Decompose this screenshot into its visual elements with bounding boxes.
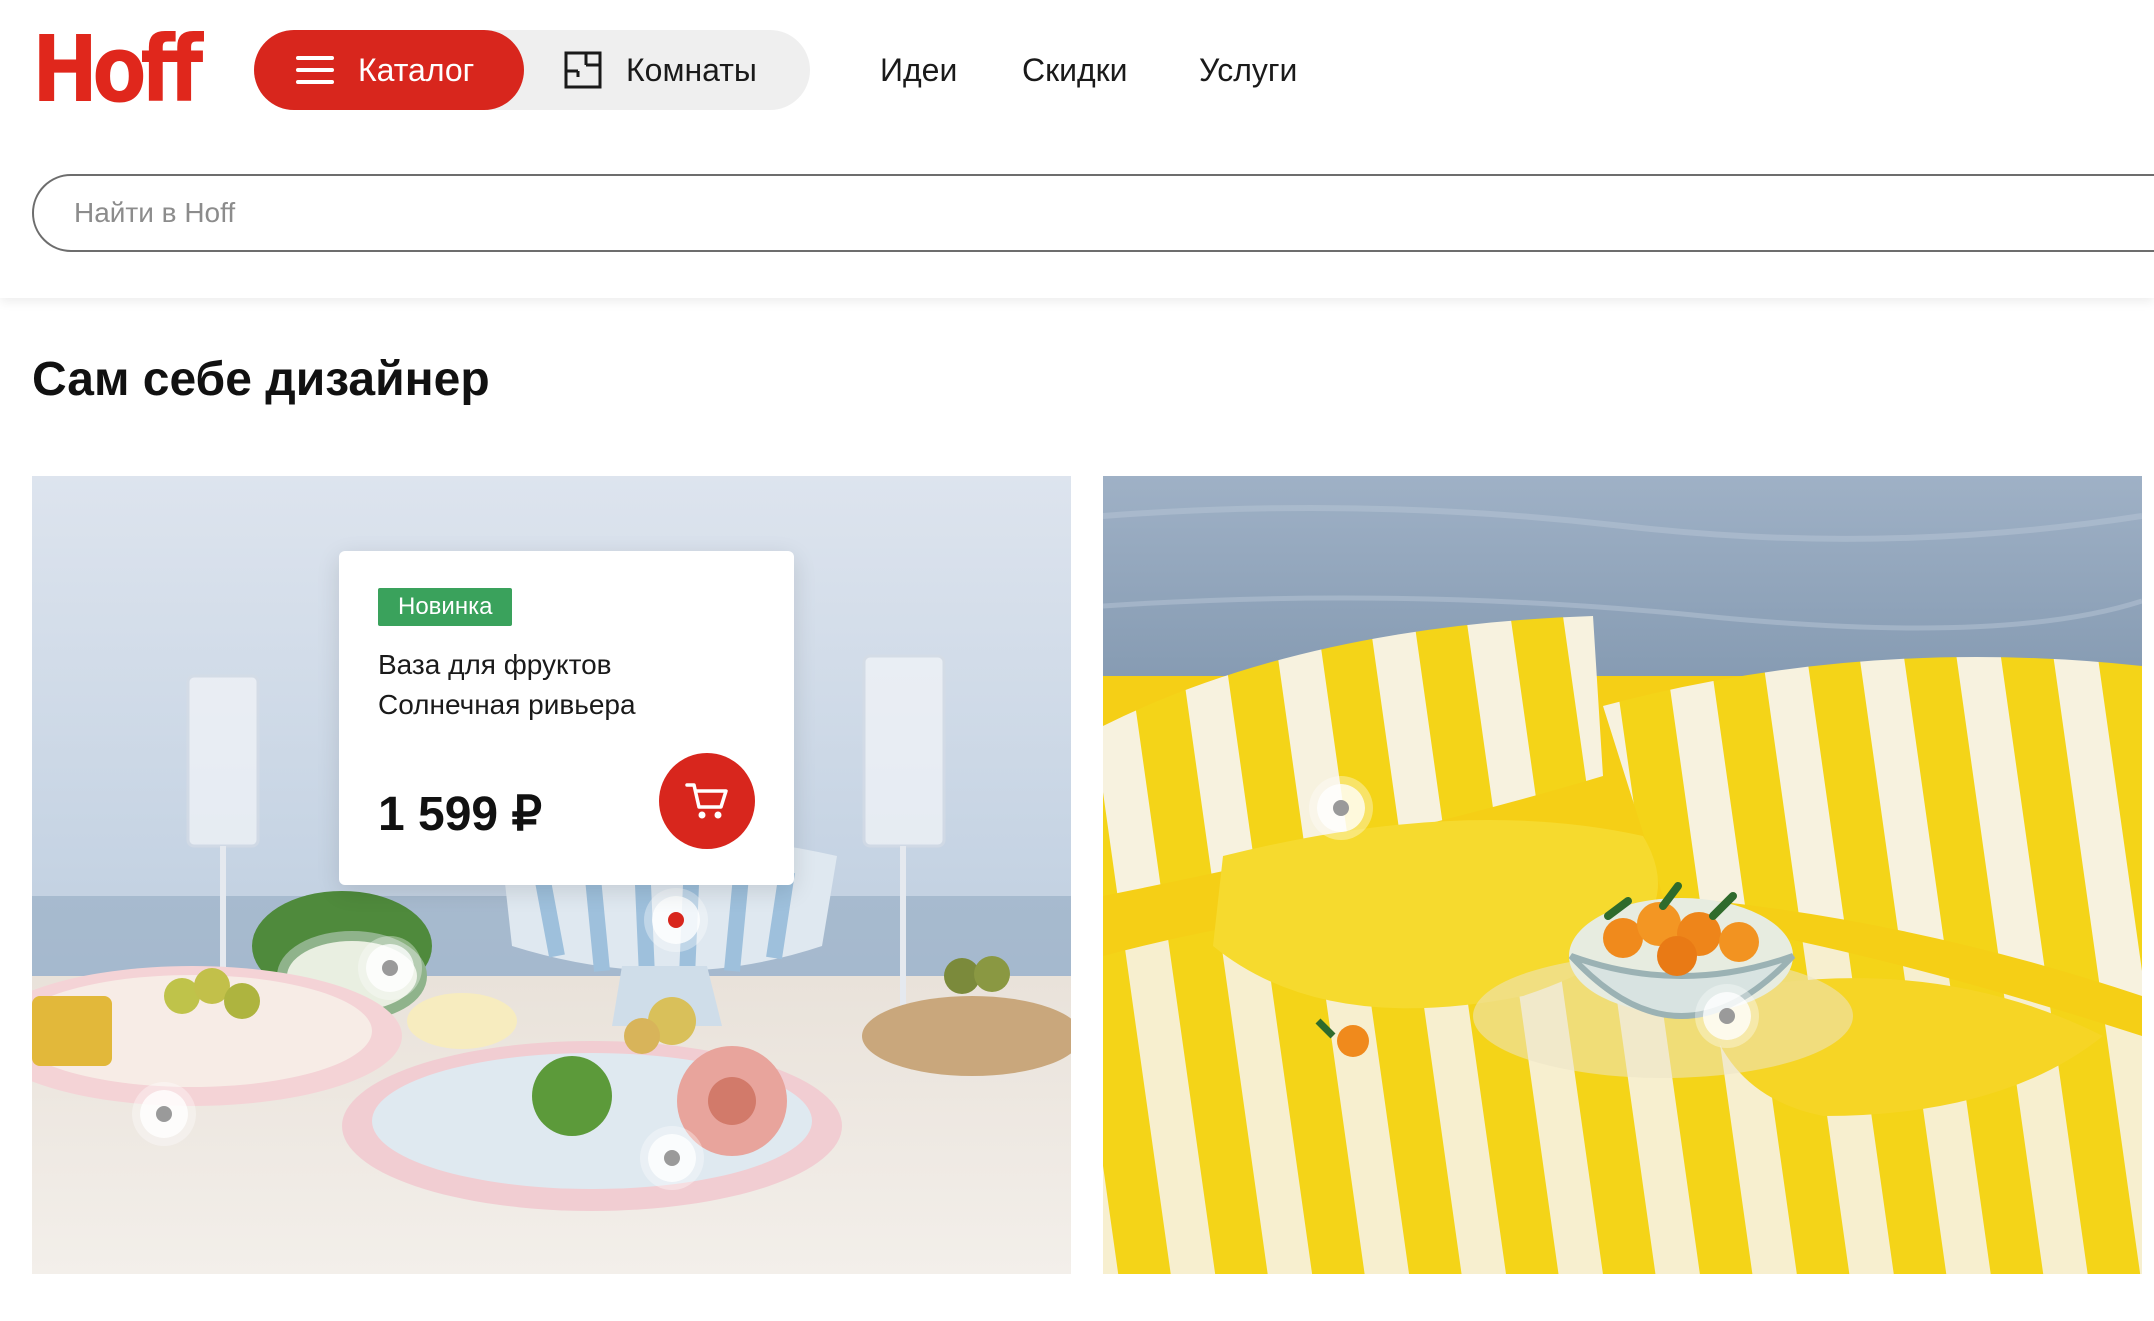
cart-icon [685,783,728,819]
catalog-label: Каталог [358,51,475,88]
add-to-cart-button[interactable] [659,753,755,849]
hoff-logo[interactable]: Hoff [32,24,203,116]
product-title[interactable]: Ваза для фруктов Солнечная ривьера [378,645,748,725]
rooms-button[interactable]: Комнаты [540,30,810,110]
menu-icon [296,56,334,84]
nav-link-discounts[interactable]: Скидки [1022,50,1128,90]
product-hotspot[interactable] [1317,784,1365,832]
interior-photo-bedding [1103,476,2142,1274]
nav-link-ideas[interactable]: Идеи [880,50,957,90]
floorplan-icon [564,51,602,89]
section-title: Сам себе дизайнер [32,353,490,406]
new-badge: Новинка [378,588,513,626]
product-hotspot-active[interactable] [652,896,700,944]
product-hotspot[interactable] [366,944,414,992]
product-card[interactable]: Новинка Ваза для фруктов Солнечная ривье… [339,551,794,885]
product-hotspot[interactable] [140,1090,188,1138]
search-input[interactable] [32,174,2154,252]
product-hotspot[interactable] [648,1134,696,1182]
catalog-button[interactable]: Каталог [254,30,524,110]
product-hotspot[interactable] [1703,992,1751,1040]
nav-link-services[interactable]: Услуги [1199,50,1297,90]
rooms-label: Комнаты [626,51,757,88]
product-price: 1 599 ₽ [378,788,542,841]
site-header: Hoff Каталог Комнаты Идеи Скидки Услуги [0,0,2154,298]
